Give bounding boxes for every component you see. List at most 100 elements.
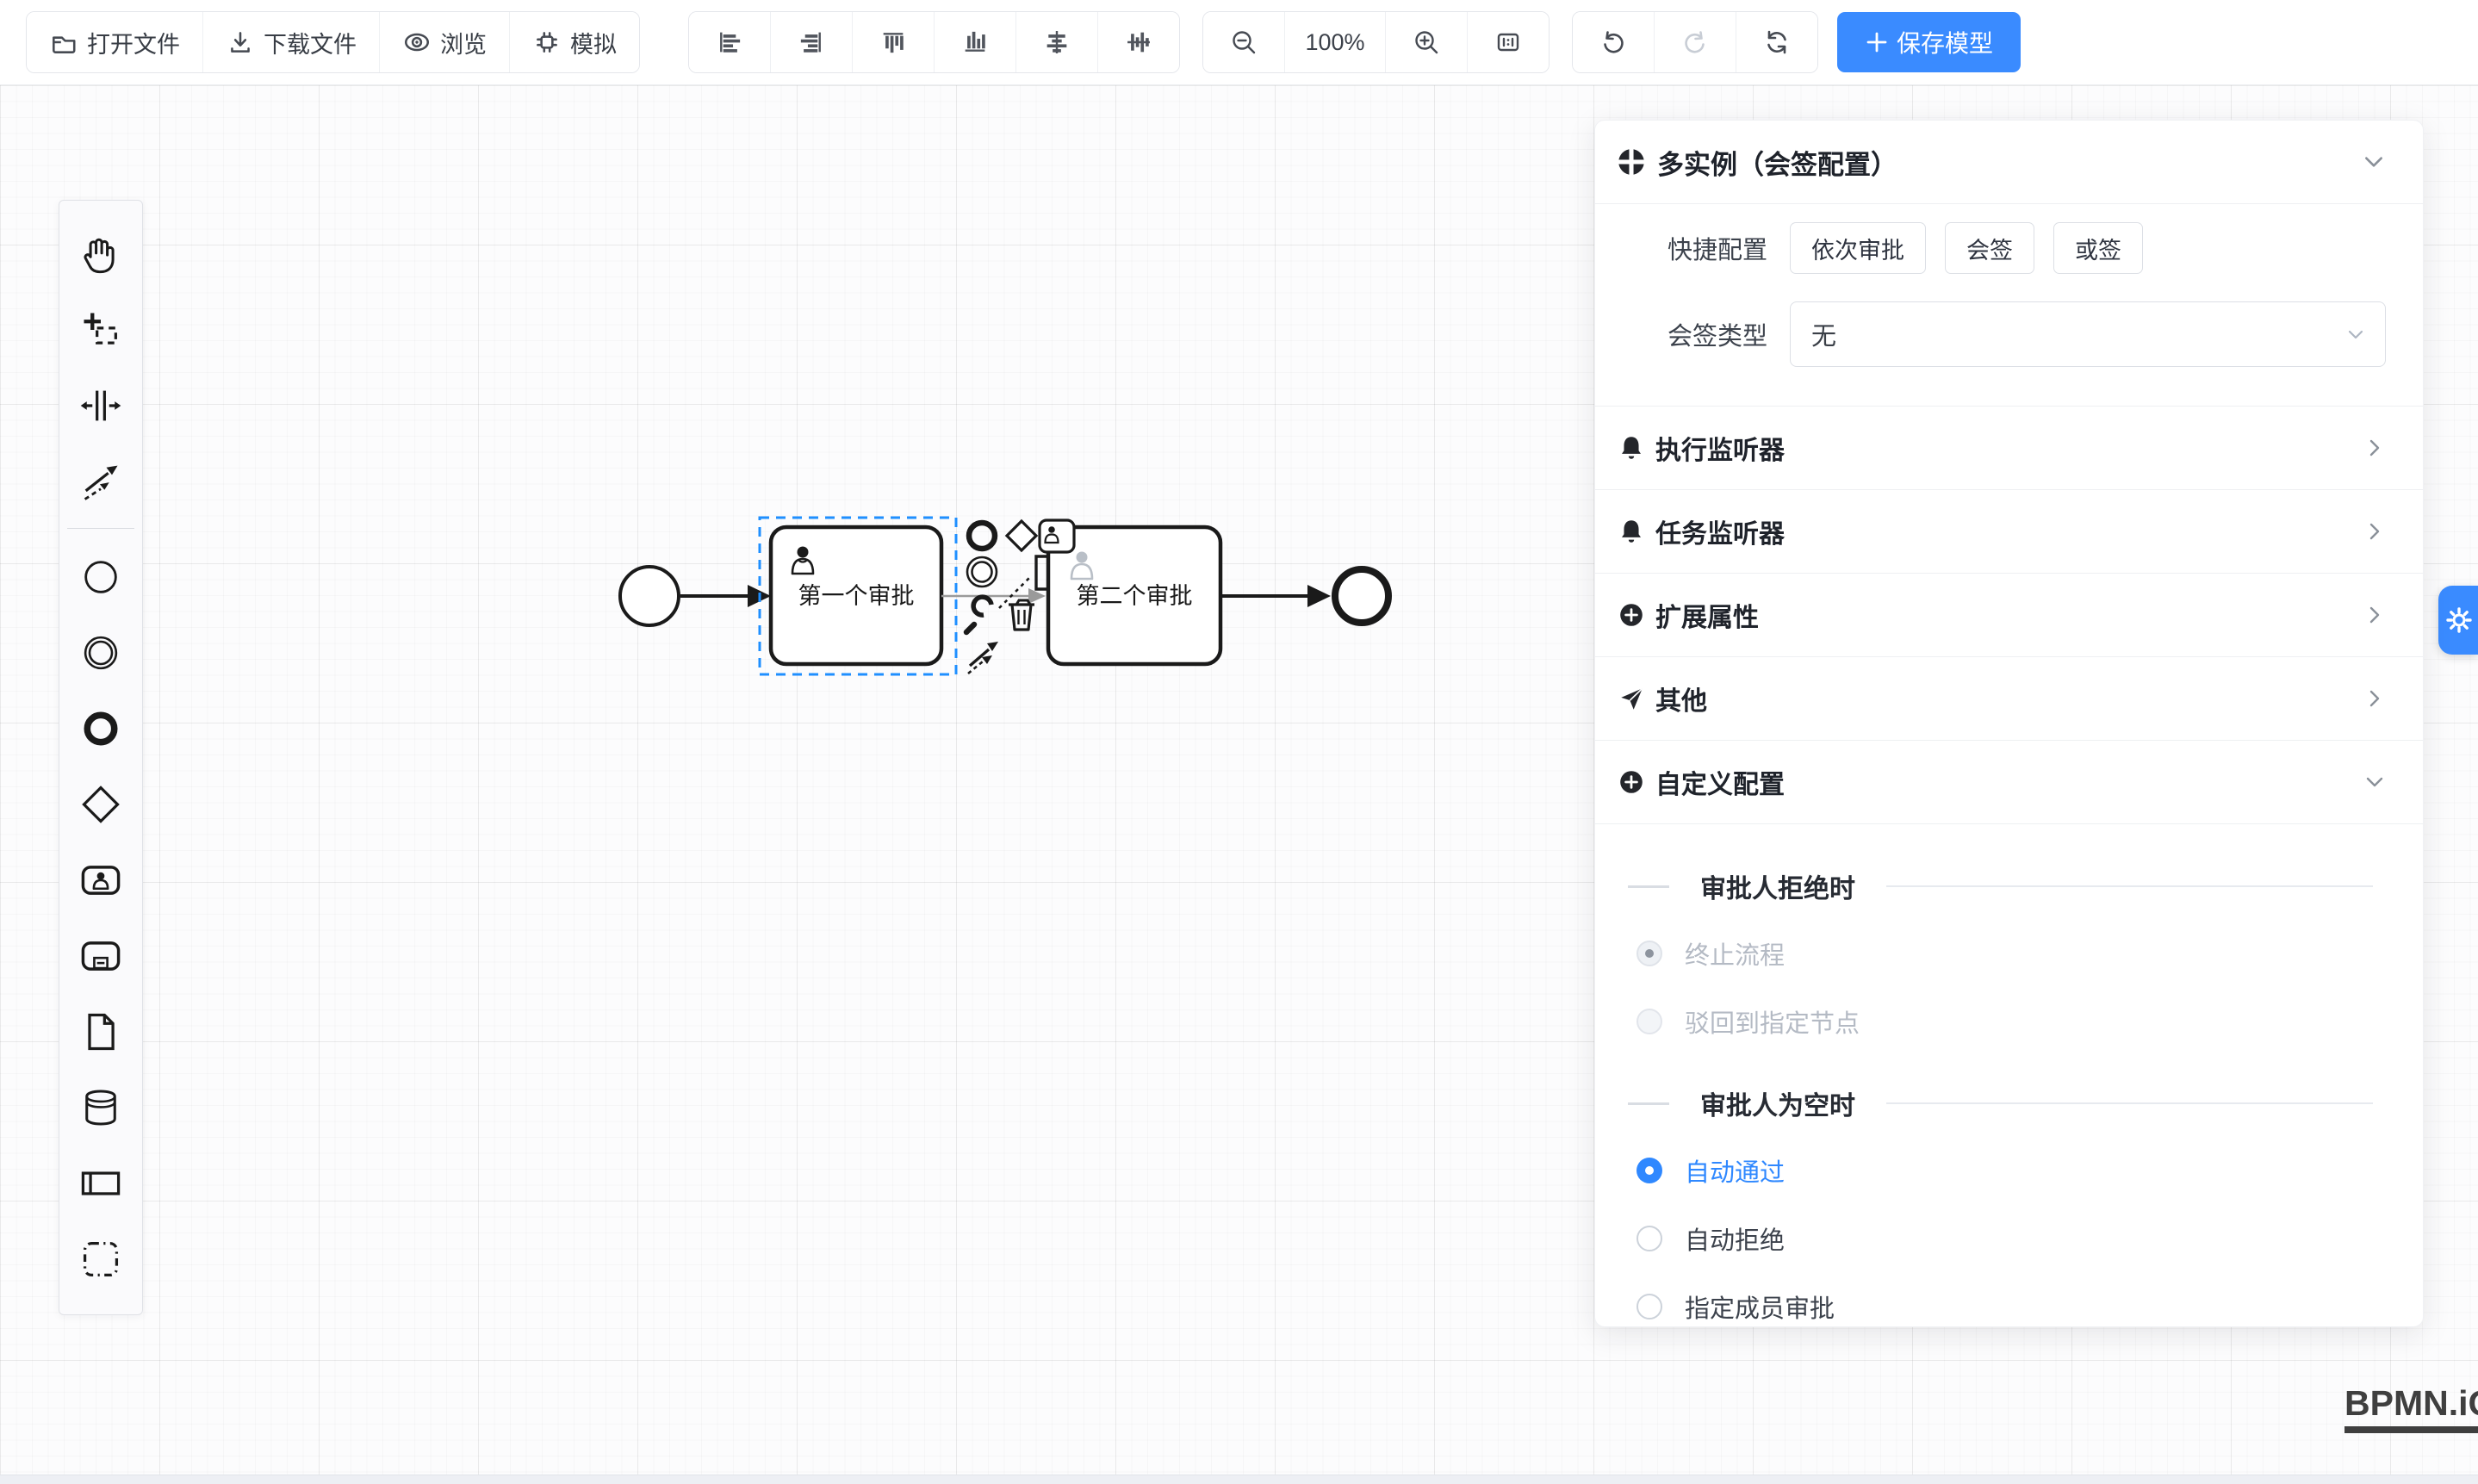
file-button-group: 打开文件 下载文件 浏览 模拟 bbox=[26, 11, 640, 73]
lasso-tool[interactable] bbox=[74, 292, 127, 368]
intermediate-event-icon bbox=[78, 630, 123, 675]
hand-tool[interactable] bbox=[74, 216, 127, 292]
sign-type-value: 无 bbox=[1811, 316, 2345, 352]
chip-icon bbox=[532, 28, 562, 57]
align-top-icon bbox=[879, 28, 908, 57]
radio-label: 驳回到指定节点 bbox=[1685, 1003, 1860, 1040]
reject-heading-text: 审批人拒绝时 bbox=[1700, 867, 1855, 905]
reset-zoom-icon bbox=[1494, 28, 1523, 57]
radio-button[interactable] bbox=[1636, 1009, 1662, 1034]
simulate-button[interactable]: 模拟 bbox=[510, 12, 639, 72]
reset-zoom-button[interactable] bbox=[1468, 12, 1549, 72]
user-task-tool[interactable] bbox=[74, 842, 127, 918]
align-button-group bbox=[688, 11, 1180, 73]
gateway-icon bbox=[78, 782, 123, 827]
align-left-button[interactable] bbox=[689, 12, 771, 72]
panel-header[interactable]: 多实例（会签配置） bbox=[1595, 121, 2423, 204]
bell-icon bbox=[1618, 434, 1645, 462]
open-file-button[interactable]: 打开文件 bbox=[27, 12, 203, 72]
eye-icon bbox=[402, 28, 432, 57]
properties-panel: 多实例（会签配置） 快捷配置 依次审批 会签 或签 会签类型 无 执行监听器 任… bbox=[1594, 120, 2424, 1327]
section-label: 执行监听器 bbox=[1655, 429, 2364, 467]
element-palette bbox=[59, 200, 143, 1315]
empty-approver-heading-text: 审批人为空时 bbox=[1700, 1084, 1855, 1122]
subprocess-tool[interactable] bbox=[74, 918, 127, 994]
align-right-button[interactable] bbox=[771, 12, 853, 72]
align-left-icon bbox=[715, 28, 744, 57]
section-other[interactable]: 其他 bbox=[1595, 656, 2423, 740]
simulate-label: 模拟 bbox=[570, 26, 617, 59]
settings-edge-tab[interactable] bbox=[2438, 586, 2478, 655]
radio-assign-member[interactable]: 指定成员审批 bbox=[1595, 1288, 2423, 1325]
preview-label: 浏览 bbox=[440, 26, 487, 59]
bell-icon bbox=[1618, 518, 1645, 545]
divider bbox=[1628, 1102, 1669, 1105]
align-top-button[interactable] bbox=[853, 12, 935, 72]
group-icon bbox=[78, 1237, 123, 1282]
data-object-tool[interactable] bbox=[74, 994, 127, 1070]
data-store-tool[interactable] bbox=[74, 1070, 127, 1146]
zoom-level[interactable]: 100% bbox=[1285, 12, 1386, 72]
undo-button[interactable] bbox=[1573, 12, 1655, 72]
zoom-button-group: 100% bbox=[1202, 11, 1550, 73]
align-center-horizontal-button[interactable] bbox=[1016, 12, 1098, 72]
save-model-button[interactable]: 保存模型 bbox=[1837, 12, 2021, 72]
chevron-right-icon bbox=[2364, 605, 2385, 625]
download-file-button[interactable]: 下载文件 bbox=[203, 12, 380, 72]
align-middle-vertical-button[interactable] bbox=[1098, 12, 1179, 72]
redo-button[interactable] bbox=[1655, 12, 1736, 72]
radio-auto-pass[interactable]: 自动通过 bbox=[1595, 1152, 2423, 1189]
or-sign-button[interactable]: 或签 bbox=[2053, 222, 2143, 274]
participant-pool-tool[interactable] bbox=[74, 1146, 127, 1221]
section-extended-properties[interactable]: 扩展属性 bbox=[1595, 573, 2423, 656]
zoom-out-button[interactable] bbox=[1203, 12, 1285, 72]
countersign-button[interactable]: 会签 bbox=[1945, 222, 2034, 274]
end-event-tool[interactable] bbox=[74, 691, 127, 767]
data-store-icon bbox=[78, 1085, 123, 1130]
gateway-tool[interactable] bbox=[74, 767, 127, 842]
align-center-horizontal-icon bbox=[1042, 28, 1071, 57]
radio-return-to-node[interactable]: 驳回到指定节点 bbox=[1595, 1003, 2423, 1040]
sequential-approve-button[interactable]: 依次审批 bbox=[1790, 222, 1926, 274]
data-object-icon bbox=[78, 1009, 123, 1054]
section-task-listener[interactable]: 任务监听器 bbox=[1595, 489, 2423, 573]
undo-icon bbox=[1599, 28, 1628, 57]
space-tool[interactable] bbox=[74, 368, 127, 444]
plus-circle-icon bbox=[1618, 601, 1645, 629]
append-end-event-button[interactable] bbox=[969, 523, 995, 549]
open-file-label: 打开文件 bbox=[87, 26, 180, 59]
palette-divider bbox=[67, 528, 134, 529]
align-middle-vertical-icon bbox=[1124, 28, 1153, 57]
intermediate-event-tool[interactable] bbox=[74, 615, 127, 691]
logo-underline bbox=[2344, 1426, 2478, 1433]
refresh-icon bbox=[1762, 28, 1792, 57]
radio-terminate-process[interactable]: 终止流程 bbox=[1595, 935, 2423, 972]
divider bbox=[1886, 885, 2373, 887]
sign-type-select[interactable]: 无 bbox=[1790, 301, 2386, 367]
section-custom-config[interactable]: 自定义配置 bbox=[1595, 740, 2423, 824]
start-event-icon bbox=[78, 555, 123, 599]
radio-button[interactable] bbox=[1636, 1158, 1662, 1183]
append-user-task-button[interactable] bbox=[1040, 520, 1074, 552]
radio-button[interactable] bbox=[1636, 1294, 1662, 1319]
empty-approver-heading: 审批人为空时 bbox=[1628, 1086, 2373, 1121]
group-tool[interactable] bbox=[74, 1221, 127, 1297]
global-connect-tool[interactable] bbox=[74, 444, 127, 519]
chevron-right-icon bbox=[2364, 688, 2385, 709]
multi-instance-icon bbox=[1616, 146, 1647, 177]
start-event-tool[interactable] bbox=[74, 539, 127, 615]
preview-button[interactable]: 浏览 bbox=[380, 12, 510, 72]
section-execution-listener[interactable]: 执行监听器 bbox=[1595, 406, 2423, 489]
align-bottom-button[interactable] bbox=[935, 12, 1016, 72]
radio-auto-reject[interactable]: 自动拒绝 bbox=[1595, 1220, 2423, 1257]
zoom-in-button[interactable] bbox=[1386, 12, 1468, 72]
refresh-button[interactable] bbox=[1736, 12, 1817, 72]
append-intermediate-event-button[interactable] bbox=[967, 557, 997, 587]
radio-label: 指定成员审批 bbox=[1685, 1288, 1835, 1325]
section-label: 其他 bbox=[1655, 680, 2364, 717]
top-toolbar: 打开文件 下载文件 浏览 模拟 bbox=[0, 0, 2478, 85]
radio-button[interactable] bbox=[1636, 1226, 1662, 1251]
radio-button[interactable] bbox=[1636, 941, 1662, 966]
bpmn-io-logo[interactable]: BPMN.iO bbox=[2344, 1383, 2478, 1433]
redo-icon bbox=[1680, 28, 1710, 57]
